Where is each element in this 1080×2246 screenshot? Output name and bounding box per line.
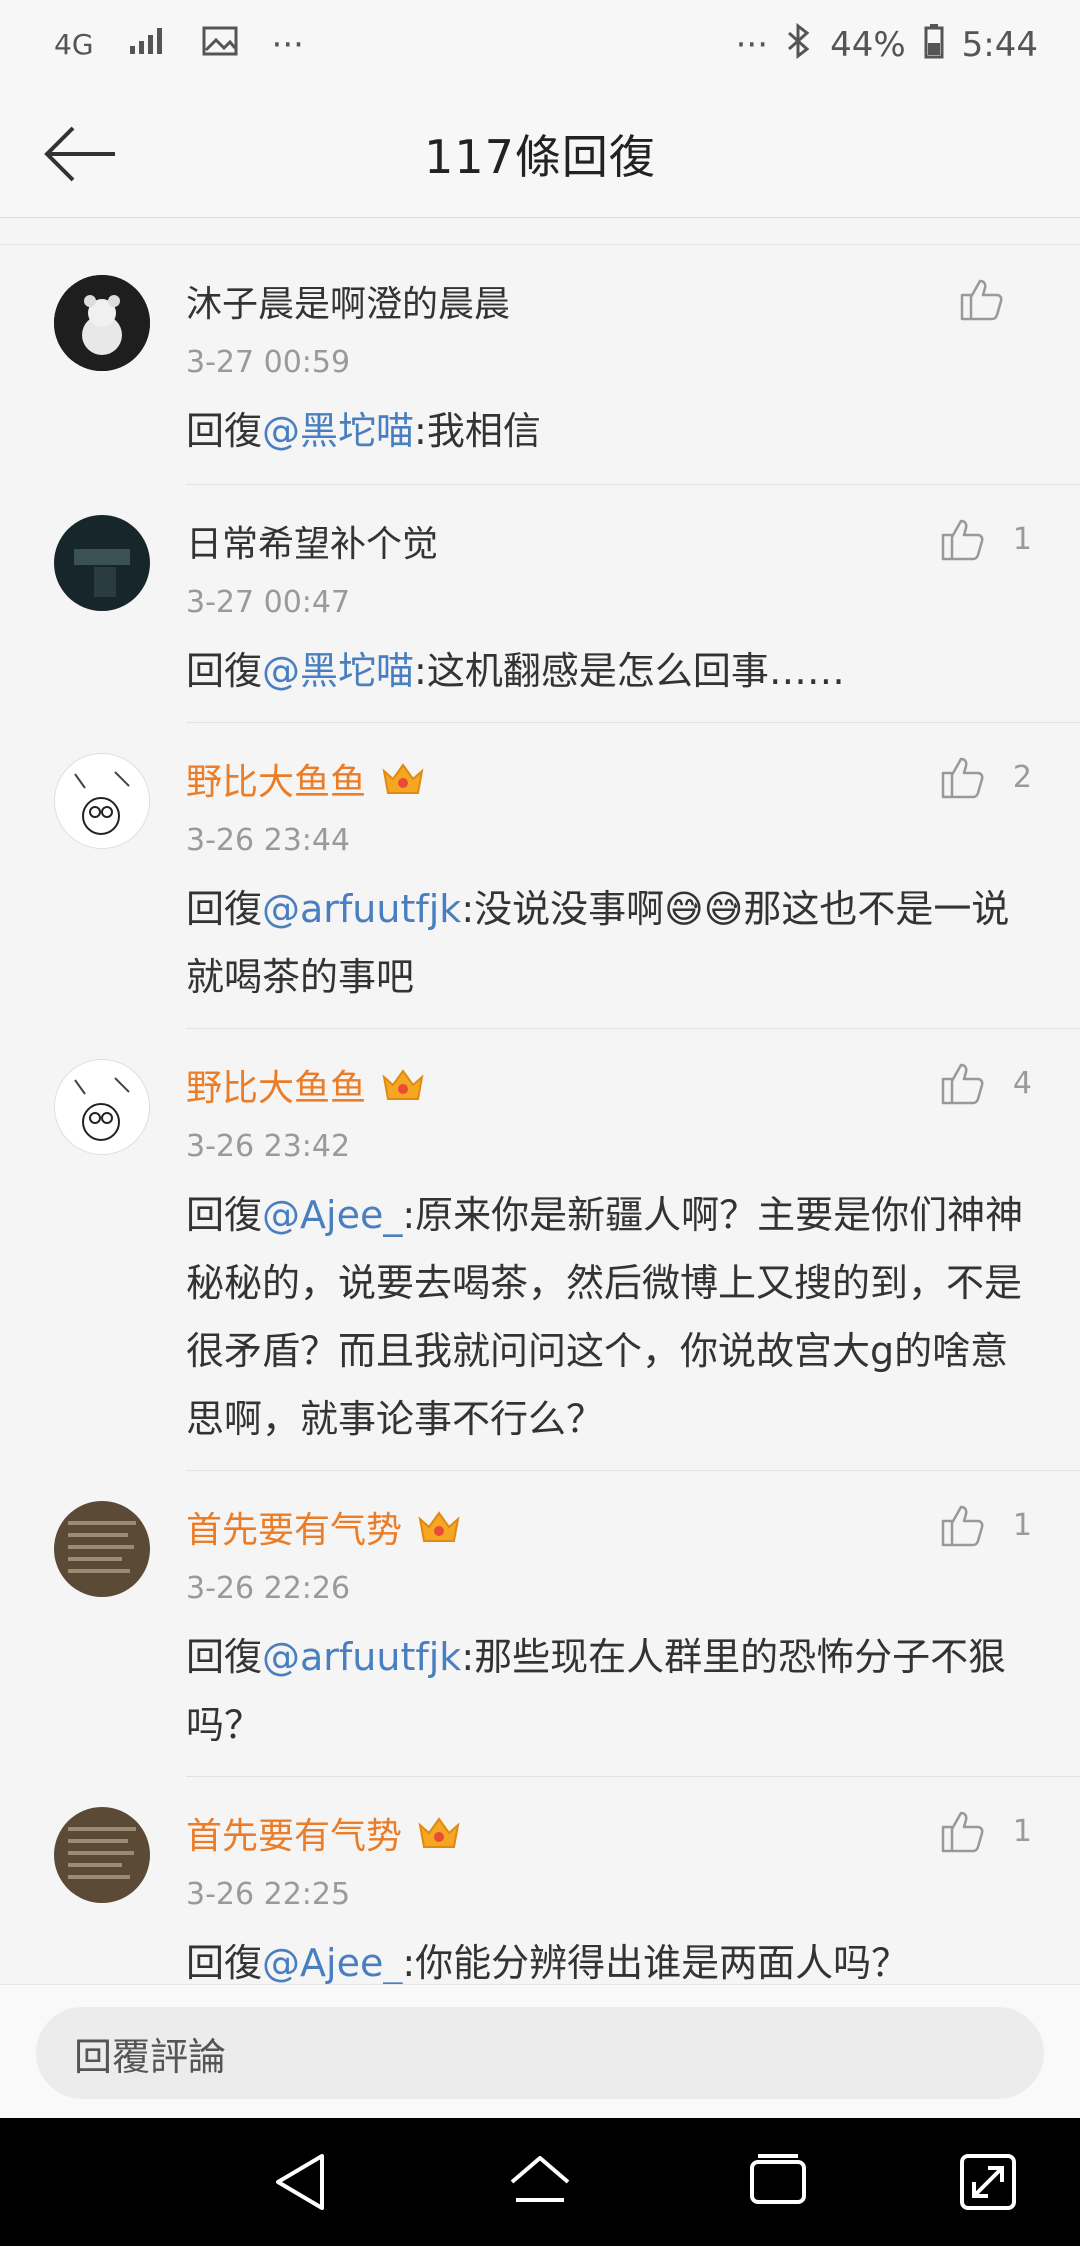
like-count: 1 [1012,521,1032,557]
reply-prefix: 回復 [186,409,263,453]
comment-text: 回復@Ajee_:原来你是新疆人啊？主要是你们神神秘秘的，说要去喝茶，然后微博上… [186,1181,1036,1453]
more-status-icon: ··· [735,25,769,65]
recent-apps-icon[interactable] [744,2148,812,2216]
avatar[interactable] [54,1501,150,1597]
comment-time: 3-26 23:42 [186,1129,351,1164]
username[interactable]: 首先要有气势 [186,1501,402,1553]
signal-icon [128,25,168,65]
status-bar: 4G ··· ··· 44% 5:44 [0,0,1080,90]
home-icon[interactable] [506,2148,574,2216]
reply-input[interactable]: 回覆評論 [36,2007,1044,2099]
like-count: 1 [1012,1507,1032,1543]
thumbs-up-icon [941,757,984,799]
expand-screen-icon[interactable] [954,2148,1022,2216]
thumbs-up-icon [941,1505,984,1547]
mention-link[interactable]: @黑坨喵 [262,649,414,693]
battery-icon [924,23,944,68]
vip-crown-icon [382,763,424,794]
battery-percent: 44% [830,25,906,65]
comment-time: 3-26 22:25 [186,1877,351,1912]
page-title: 117條回復 [424,129,656,184]
like-count: 1 [1012,1813,1032,1849]
image-notification-icon [202,25,238,65]
vip-crown-icon [418,1817,460,1848]
avatar[interactable] [54,753,150,849]
like-button[interactable]: 2 [939,753,1032,801]
mention-link[interactable]: @arfuutfjk [262,887,461,931]
mention-link[interactable]: @Ajee_ [262,1193,402,1237]
comment-time: 3-26 22:26 [186,1571,351,1606]
comment-item: 野比大鱼鱼 3-26 23:42 回復@Ajee_:原来你是新疆人啊？主要是你们… [0,1029,1080,1471]
like-count: 2 [1012,759,1032,795]
username[interactable]: 野比大鱼鱼 [186,1059,366,1111]
comment-item: 首先要有气势 3-26 22:26 回復@arfuutfjk:那些现在人群里的恐… [0,1471,1080,1777]
mention-link[interactable]: @黑坨喵 [262,409,414,453]
clock: 5:44 [961,25,1038,65]
comment-text: 回復@Ajee_:你能分辨得出谁是两面人吗？ [186,1929,1036,1984]
back-button[interactable] [38,118,122,190]
comment-item: 日常希望补个觉 3-27 00:47 回復@黑坨喵:这机翻感是怎么回事…… 1 [0,485,1080,723]
comment-item: 沐子晨是啊澄的晨晨 3-27 00:59 回復@黑坨喵:我相信 [0,245,1080,485]
reply-input-placeholder: 回覆評論 [74,2034,227,2079]
username[interactable]: 野比大鱼鱼 [186,753,366,805]
like-button[interactable]: 1 [939,1807,1032,1855]
like-button[interactable]: 1 [939,1501,1032,1549]
system-nav-bar [0,2118,1080,2246]
mention-link[interactable]: @arfuutfjk [262,1635,461,1679]
username[interactable]: 沐子晨是啊澄的晨晨 [186,275,510,327]
comment-text: 回復@arfuutfjk:那些现在人群里的恐怖分子不狠吗？ [186,1623,1036,1759]
thumbs-up-icon [960,279,1003,321]
header-bar: 117條回復 [0,90,1080,218]
comment-time: 3-27 00:47 [186,585,351,620]
comment-text: 回復@黑坨喵:我相信 [186,397,1036,465]
reply-body: :你能分辨得出谁是两面人吗？ [402,1941,910,1984]
thumbs-up-icon [941,519,984,561]
reply-body: :这机翻感是怎么回事…… [414,649,845,693]
vip-crown-icon [418,1511,460,1542]
mention-link[interactable]: @Ajee_ [262,1941,402,1984]
avatar[interactable] [54,515,150,611]
reply-body: :我相信 [414,409,541,453]
bluetooth-icon [786,22,812,68]
reply-prefix: 回復 [186,1193,263,1237]
thumbs-up-icon [941,1811,984,1853]
vip-crown-icon [382,1069,424,1100]
network-type: 4G [54,28,94,61]
username[interactable]: 首先要有气势 [186,1807,402,1859]
avatar[interactable] [54,1807,150,1903]
comment-time: 3-27 00:59 [186,345,351,380]
comment-list[interactable]: 沐子晨是啊澄的晨晨 3-27 00:59 回復@黑坨喵:我相信 日常希望补个觉 … [0,244,1080,1984]
username[interactable]: 日常希望补个觉 [186,515,438,567]
comment-item: 野比大鱼鱼 3-26 23:44 回復@arfuutfjk:没说没事啊😅😅那这也… [0,723,1080,1029]
reply-bar: 回覆評論 [0,1984,1080,2118]
more-notifications-icon: ··· [271,25,304,65]
like-button[interactable]: 4 [939,1059,1032,1107]
back-triangle-icon[interactable] [268,2148,336,2216]
like-count: 4 [1012,1065,1032,1101]
like-button[interactable]: 1 [939,515,1032,563]
reply-prefix: 回復 [186,1635,263,1679]
reply-prefix: 回復 [186,1941,263,1984]
thumbs-up-icon [941,1063,984,1105]
comment-text: 回復@arfuutfjk:没说没事啊😅😅那这也不是一说就喝茶的事吧 [186,875,1036,1011]
like-button[interactable] [958,275,1032,323]
avatar[interactable] [54,275,150,371]
comment-time: 3-26 23:44 [186,823,351,858]
comment-item: 首先要有气势 3-26 22:25 回復@Ajee_:你能分辨得出谁是两面人吗？… [0,1777,1080,1984]
avatar[interactable] [54,1059,150,1155]
comment-text: 回復@黑坨喵:这机翻感是怎么回事…… [186,637,1036,705]
back-arrow-icon [44,126,115,182]
reply-prefix: 回復 [186,649,263,693]
reply-prefix: 回復 [186,887,263,931]
